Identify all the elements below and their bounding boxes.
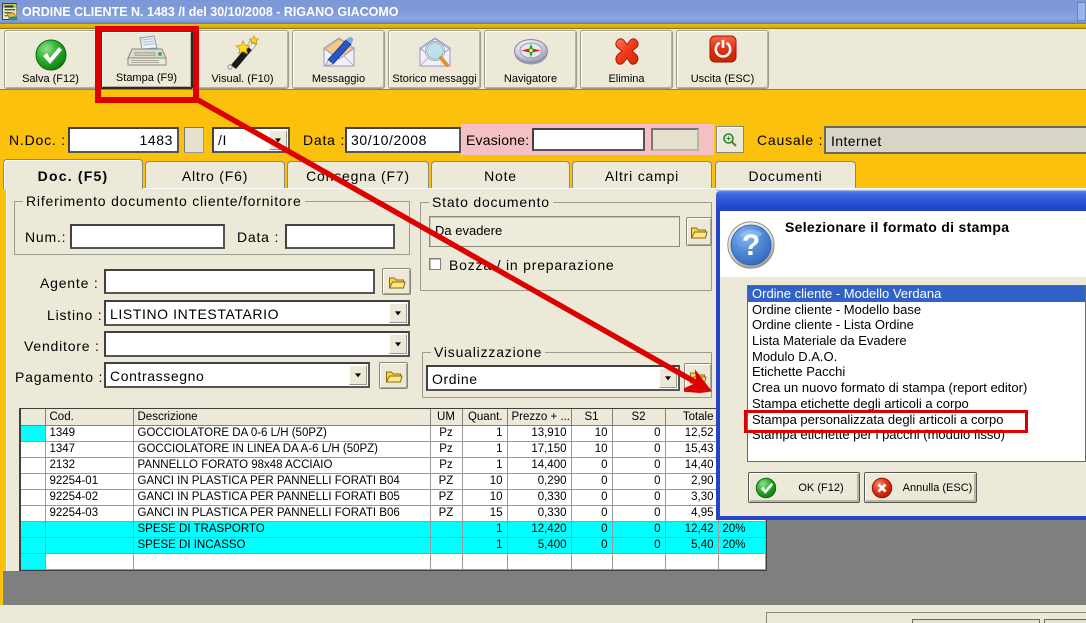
svg-text:?: ? — [742, 229, 760, 262]
